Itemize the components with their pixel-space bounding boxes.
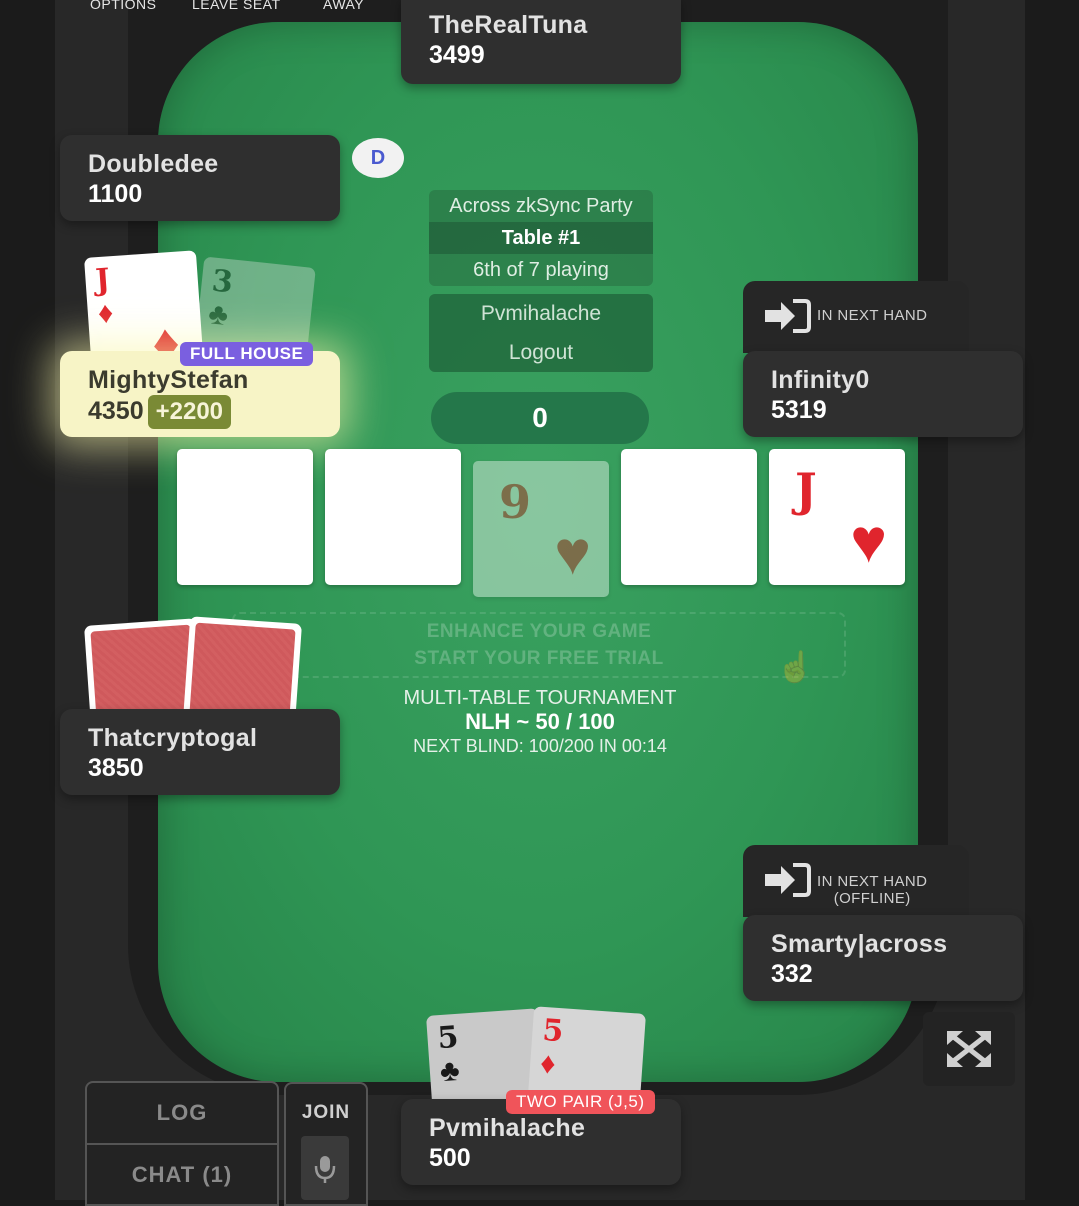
seat-top-left[interactable]: Doubledee 1100 [60,135,340,221]
tournament-type: MULTI-TABLE TOURNAMENT [403,687,677,709]
seat-mid-left[interactable]: Thatcryptogal 3850 [60,709,340,795]
user-menu: Pvmihalache Logout [429,294,653,372]
spade-icon: ♠ [262,507,295,576]
player-name: Doubledee [88,150,219,178]
heart-icon: ♥ [850,507,887,576]
win-amount-badge: +2200 [147,395,232,429]
club-icon: ♣ [698,507,739,576]
leave-seat-button[interactable]: LEAVE SEAT [192,0,281,12]
player-stack: 3850 [88,754,144,782]
join-button[interactable]: JOIN [286,1102,366,1124]
card-rank: 3 [210,263,235,301]
next-blind: NEXT BLIND: 100/200 IN 00:14 [413,736,667,756]
card-rank: 9 [499,475,532,529]
board-card-1: J ♠ [177,449,313,585]
stack-value: 4350 [88,397,144,425]
hero-hand-badge: TWO PAIR (J,5) [506,1090,655,1114]
join-voice-panel[interactable]: JOIN [284,1082,368,1206]
seat-right-bottom[interactable]: Smarty|across 332 [743,915,1023,1001]
microphone-button[interactable] [301,1136,349,1200]
options-button[interactable]: OPTIONS [90,0,157,12]
club-icon: ♣ [438,1053,461,1089]
standing: 6th of 7 playing [473,259,609,281]
card-rank: 3 [647,463,680,517]
player-stack: 332 [771,960,813,988]
player-name: MightyStefan [88,366,249,394]
promo-line-2: START YOUR FREE TRIAL [414,648,664,669]
player-name: Pvmihalache [429,1114,586,1142]
board-card-4: 3 ♣ [621,449,757,585]
pot-amount: 0 [431,392,649,444]
card-rank: 5 [541,1012,565,1050]
log-button[interactable]: LOG [87,1083,277,1145]
table-info: Across zkSync Party Table #1 6th of 7 pl… [429,190,653,286]
board-card-3: 9 ♥ [473,461,609,597]
winner-hand-badge: FULL HOUSE [180,342,314,366]
card-rank: J [94,262,112,299]
player-stack: 5319 [771,396,827,424]
board-card-2: 3 ♠ [325,449,461,585]
next-hand-status: IN NEXT HAND (OFFLINE) [817,873,927,907]
card-rank: J [795,463,817,517]
fullscreen-button[interactable] [923,1012,1015,1086]
table-number: Table #1 [429,222,653,254]
next-hand-status: IN NEXT HAND [817,307,928,324]
player-stack: 3499 [429,41,485,69]
player-name: TheRealTuna [429,11,588,39]
card-rank: 3 [351,463,384,517]
free-trial-promo[interactable]: ENHANCE YOUR GAME START YOUR FREE TRIAL … [232,612,846,684]
promo-line-1: ENHANCE YOUR GAME [426,621,652,642]
player-stack: 1100 [88,180,143,208]
player-name: Infinity0 [771,366,870,394]
seat-top[interactable]: TheRealTuna 3499 [401,0,681,84]
player-stack: 4350 +2200 [88,395,312,429]
card-rank: J [203,463,225,517]
microphone-icon [314,1156,336,1183]
sign-in-icon [765,863,811,897]
in-next-hand-banner: IN NEXT HAND (OFFLINE) [743,845,969,917]
expand-icon [947,1031,991,1067]
card-suit: ♣ [206,297,230,333]
sign-in-icon [765,299,811,333]
heart-icon: ♥ [554,519,591,588]
tournament-info: MULTI-TABLE TOURNAMENT NLH ~ 50 / 100 NE… [300,686,780,758]
player-stack: 500 [429,1144,471,1172]
player-name: Thatcryptogal [88,724,258,752]
username[interactable]: Pvmihalache [429,294,653,333]
dealer-button: D [352,138,404,178]
diamond-icon: ♦ [539,1046,557,1081]
seat-right-top[interactable]: Infinity0 5319 [743,351,1023,437]
card-suit: ♦ [96,296,115,331]
log-chat-panel: LOG CHAT (1) [85,1081,279,1206]
player-name: Smarty|across [771,930,948,958]
pointer-hand-icon: ☝ [776,651,814,684]
game-name: Across zkSync Party [449,195,633,217]
status-line-2: (OFFLINE) [833,890,911,907]
in-next-hand-banner: IN NEXT HAND [743,281,969,353]
board-card-5: J ♥ [769,449,905,585]
chat-button[interactable]: CHAT (1) [87,1145,277,1205]
card-rank: 5 [436,1019,460,1057]
status-line-1: IN NEXT HAND [817,873,928,890]
logout-button[interactable]: Logout [429,333,653,372]
away-button[interactable]: AWAY [323,0,364,12]
blind-structure: NLH ~ 50 / 100 [465,709,615,734]
spade-icon: ♠ [410,507,443,576]
